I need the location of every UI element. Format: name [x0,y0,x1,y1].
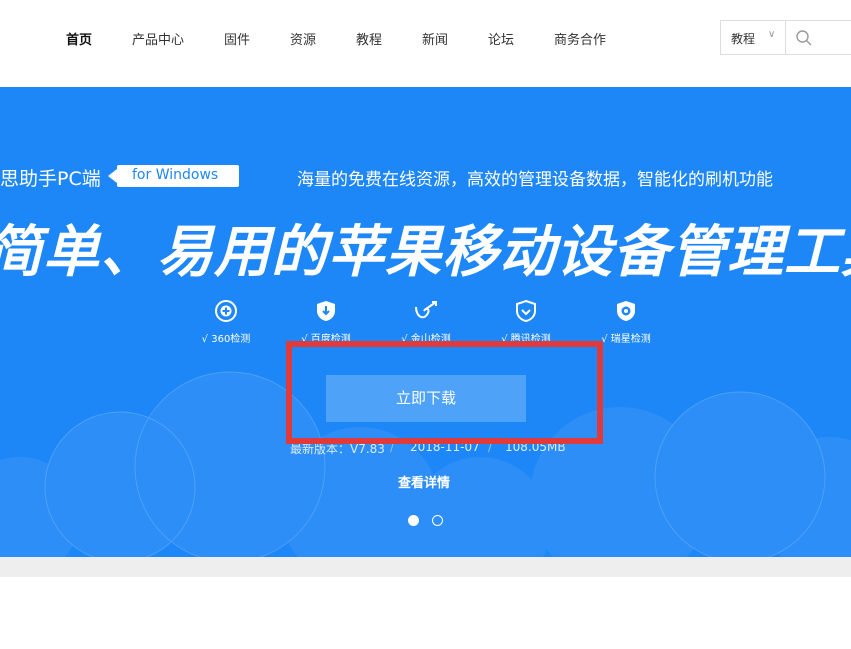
nav-item-firmware[interactable]: 固件 [224,29,250,48]
chevron-down-icon: ∨ [768,29,776,40]
feature-360: √ 360检测 [176,299,276,345]
nav-item-tutorials[interactable]: 教程 [356,29,382,48]
rising-lion-icon [617,301,635,321]
tencent-shield-icon [516,299,536,323]
platform-tag: for Windows [108,165,239,187]
nav-item-business[interactable]: 商务合作 [554,29,606,48]
search-box: 教程 ∨ [720,20,851,55]
feature-kingsoft: √ 金山检测 [376,299,476,345]
search-category-select[interactable]: 教程 ∨ [721,21,786,54]
highlight-annotation [286,341,603,444]
section-divider [0,557,851,577]
360-shield-icon [215,300,237,322]
nav-item-home[interactable]: 首页 [66,29,92,48]
feature-baidu: √ 百度检测 [276,299,376,345]
baidu-shield-icon [317,301,335,321]
headline: 简单、易用的苹果移动设备管理工具 [0,220,851,285]
search-icon[interactable] [795,29,813,47]
feature-label: √ 360检测 [201,334,251,345]
view-details-link[interactable]: 查看详情 [398,472,450,491]
product-name: 思助手PC端 [0,168,101,190]
kingsoft-icon [415,301,437,319]
nav-item-products[interactable]: 产品中心 [132,29,184,48]
feature-rising: √ 瑞星检测 [576,299,676,345]
tagline: 海量的免费在线资源，高效的管理设备数据，智能化的刷机功能 [297,170,773,190]
top-navbar: 首页 产品中心 固件 资源 教程 新闻 论坛 商务合作 教程 ∨ [0,0,851,87]
carousel-dot-1[interactable] [408,515,419,526]
nav-item-resources[interactable]: 资源 [290,29,316,48]
carousel-dot-2[interactable] [432,515,443,526]
hero-banner: 思助手PC端 for Windows 海量的免费在线资源，高效的管理设备数据，智… [0,87,851,557]
nav-item-forum[interactable]: 论坛 [488,29,514,48]
feature-tencent: √ 腾讯检测 [476,299,576,345]
nav-item-news[interactable]: 新闻 [422,29,448,48]
search-category-label: 教程 [731,32,756,46]
